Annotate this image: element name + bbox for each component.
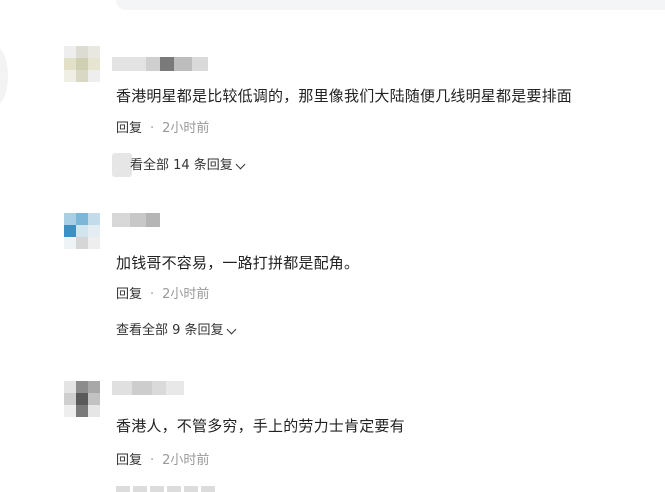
username-blurred[interactable] <box>112 213 160 227</box>
view-all-replies-button[interactable]: 看全部 14 条回复 <box>130 157 246 175</box>
avatar[interactable] <box>64 213 100 249</box>
view-all-replies-button[interactable]: 查看全部 9 条回复 <box>116 322 236 340</box>
next-reply-link-cut-off <box>116 486 215 492</box>
avatar[interactable] <box>64 381 100 417</box>
username-blurred[interactable] <box>112 57 208 71</box>
scroll-edge <box>0 46 8 106</box>
chevron-down-icon <box>226 324 236 334</box>
reply-avatar-blurred <box>112 153 132 177</box>
comment-meta: 回复 · 2小时前 <box>116 286 209 304</box>
avatar[interactable] <box>64 46 100 82</box>
comment-meta: 回复 · 2小时前 <box>116 452 209 470</box>
chevron-down-icon <box>235 159 246 169</box>
view-replies-label: 查看全部 9 条回复 <box>116 323 224 338</box>
separator-dot: · <box>150 287 155 302</box>
view-replies-label: 看全部 14 条回复 <box>130 158 233 173</box>
comment-text: 加钱哥不容易，一路打拼都是配角。 <box>116 254 360 272</box>
reply-button[interactable]: 回复 <box>116 452 142 470</box>
timestamp: 2小时前 <box>162 121 210 136</box>
username-blurred[interactable] <box>112 381 184 395</box>
reply-button[interactable]: 回复 <box>116 120 142 138</box>
timestamp: 2小时前 <box>162 453 210 468</box>
comment-text: 香港明星都是比较低调的，那里像我们大陆随便几线明星都是要排面 <box>116 87 573 105</box>
previous-comment-box <box>116 0 665 10</box>
separator-dot: · <box>150 121 155 136</box>
comment-text: 香港人，不管多穷，手上的劳力士肯定要有 <box>116 417 405 435</box>
reply-button[interactable]: 回复 <box>116 286 142 304</box>
separator-dot: · <box>150 453 155 468</box>
comment-meta: 回复 · 2小时前 <box>116 120 209 138</box>
timestamp: 2小时前 <box>162 287 210 302</box>
